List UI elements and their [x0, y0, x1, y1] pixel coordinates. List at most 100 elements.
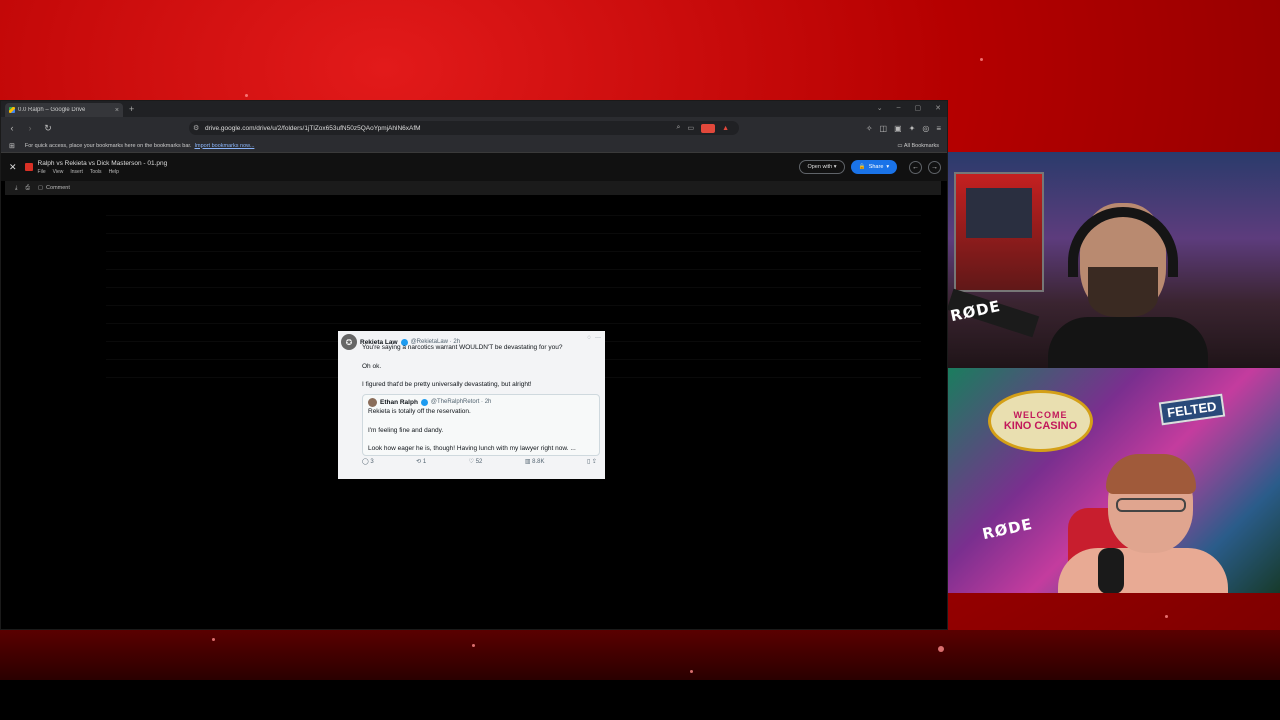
file-title-block: Ralph vs Rekieta vs Dick Masterson - 01.… — [38, 160, 168, 175]
tab-close-icon[interactable]: × — [115, 107, 119, 114]
stream-footer-band — [0, 630, 1280, 680]
viewer-menu: File View Insert Tools Help — [38, 169, 168, 175]
bookmarks-bar: ⊞ For quick access, place your bookmarks… — [1, 139, 947, 153]
particle — [980, 58, 983, 61]
particle — [938, 646, 944, 652]
open-with-button[interactable]: Open with ▾ — [799, 160, 845, 174]
view-count: ▥ 8.8K — [524, 458, 545, 465]
open-with-label: Open with — [807, 164, 833, 170]
streamer-1 — [1048, 197, 1208, 368]
shirt — [1048, 317, 1208, 368]
all-bookmarks-label: All Bookmarks — [903, 142, 939, 149]
menu-file[interactable]: File — [38, 169, 46, 175]
quoted-tweet: Ethan Ralph @TheRalphRetort · 2h Rekieta… — [362, 393, 600, 456]
streamer-2 — [1058, 454, 1228, 593]
list-item — [106, 216, 921, 234]
all-bookmarks-button[interactable]: ▭ All Bookmarks — [897, 143, 939, 149]
arcade-cabinet — [954, 172, 1044, 292]
bookmarks-prompt: For quick access, place your bookmarks h… — [24, 142, 192, 149]
tab-google-drive[interactable]: 0.0 Ralph – Google Drive × — [5, 103, 123, 117]
like-count: ♡ 52 — [468, 458, 483, 465]
wallet-icon[interactable]: ▣ — [894, 124, 902, 133]
grok-icon: ◌ — [587, 335, 591, 341]
tweet-line: You're saying a narcotics warrant WOULDN… — [362, 344, 563, 351]
navigation-bar: ‹ › ↻ ▯ ⚙ drive.google.com/drive/u/2/fol… — [1, 117, 947, 139]
menu-tools[interactable]: Tools — [90, 169, 102, 175]
reload-icon[interactable]: ↻ — [43, 123, 53, 134]
stream-black-bar — [0, 680, 1280, 720]
zoom-icon[interactable]: ⌕ — [677, 124, 681, 132]
next-file-button[interactable]: → — [928, 161, 941, 174]
extensions-icon[interactable]: ✧ — [866, 124, 873, 133]
list-item — [106, 198, 921, 216]
viewer-toolbar: ⤓ ⎙ ▢ Comment — [5, 181, 941, 195]
menu-icon[interactable]: ≡ — [936, 124, 941, 133]
headset-icon — [1068, 207, 1178, 277]
tweet-body: You're saying a narcotics warrant WOULDN… — [338, 343, 605, 390]
print-icon[interactable]: ⎙ — [25, 185, 29, 192]
forward-icon[interactable]: › — [25, 123, 35, 133]
url-text: drive.google.com/drive/u/2/folders/1jTlZ… — [205, 124, 421, 132]
chevron-down-icon: ▾ — [886, 164, 890, 170]
tab-search-icon[interactable]: ⌄ — [877, 104, 883, 112]
particle — [472, 644, 475, 647]
quoted-handle: @TheRalphRetort · 2h — [430, 398, 492, 405]
address-bar[interactable]: ⚙ drive.google.com/drive/u/2/folders/1jT… — [189, 121, 739, 135]
maximize-button[interactable]: ▢ — [915, 104, 922, 112]
casino-welcome: WELCOME — [1013, 410, 1068, 420]
quoted-tweet-header: Ethan Ralph @TheRalphRetort · 2h — [368, 397, 594, 408]
webcam-host: RØDE — [948, 152, 1280, 368]
reply-count: ◯ 3 — [362, 458, 374, 465]
list-item — [106, 270, 921, 288]
menu-view[interactable]: View — [53, 169, 64, 175]
lock-icon: 🔒 — [858, 164, 866, 170]
brave-shields-icon[interactable] — [701, 123, 716, 133]
vpn-icon[interactable]: ◎ — [922, 124, 929, 133]
hair — [1106, 454, 1196, 494]
felted-sign: FELTED — [1158, 393, 1225, 426]
shirt — [1058, 548, 1228, 593]
quoted-line: Rekieta is totally off the reservation. — [368, 408, 471, 415]
bookmark-share-icons: ▯ ⇪ — [586, 458, 597, 465]
tweet-line: I figured that'd be pretty universally d… — [362, 381, 532, 388]
previous-file-button[interactable]: ← — [909, 161, 922, 174]
cast-icon[interactable]: ▭ — [687, 124, 694, 132]
casino-sign: WELCOME KINO CASINO — [988, 390, 1093, 452]
tab-strip: 0.0 Ralph – Google Drive × + ⌄ – ▢ ✕ — [1, 101, 947, 117]
comment-button[interactable]: ▢ Comment — [38, 185, 70, 191]
window-controls: ⌄ – ▢ ✕ — [877, 104, 941, 112]
new-tab-button[interactable]: + — [129, 104, 134, 114]
avatar — [368, 397, 377, 407]
particle — [212, 638, 215, 641]
toolbar-right: ✧ ◫ ▣ ✦ ◎ ≡ — [866, 124, 941, 133]
close-viewer-icon[interactable]: ✕ — [9, 162, 17, 173]
glasses-icon — [1116, 498, 1186, 512]
tab-title: 0.0 Ralph – Google Drive — [18, 107, 86, 113]
apps-grid-icon[interactable]: ⊞ — [9, 142, 15, 150]
more-icon: ··· — [595, 335, 601, 341]
import-bookmarks-link[interactable]: Import bookmarks now... — [194, 143, 254, 149]
quoted-line: I'm feeling fine and dandy. — [368, 426, 444, 434]
particle — [1165, 615, 1168, 618]
download-icon[interactable]: ⤓ — [15, 185, 17, 192]
site-info-icon[interactable]: ⚙ — [193, 124, 199, 132]
comment-icon: ▢ — [37, 185, 44, 191]
casino-name: KINO CASINO — [1003, 420, 1078, 432]
menu-help[interactable]: Help — [109, 169, 119, 175]
list-item — [106, 234, 921, 252]
menu-insert[interactable]: Insert — [70, 169, 83, 175]
microphone-icon — [1098, 548, 1124, 593]
list-item — [106, 288, 921, 306]
minimize-button[interactable]: – — [897, 104, 901, 112]
back-icon[interactable]: ‹ — [7, 123, 17, 133]
rewards-icon[interactable]: ▲ — [722, 125, 729, 132]
leo-icon[interactable]: ✦ — [909, 124, 916, 133]
particle — [690, 670, 693, 673]
tweet-actions: ◯ 3 ⟲ 1 ♡ 52 ▥ 8.8K ▯ ⇪ — [338, 456, 605, 465]
share-button[interactable]: 🔒 Share ▾ — [851, 160, 897, 174]
quoted-line: Look how eager he is, though! Having lun… — [368, 445, 576, 452]
close-window-button[interactable]: ✕ — [935, 104, 941, 112]
rode-logo: RØDE — [980, 514, 1035, 544]
image-file-icon — [24, 163, 33, 171]
sidebar-icon[interactable]: ◫ — [880, 124, 888, 133]
